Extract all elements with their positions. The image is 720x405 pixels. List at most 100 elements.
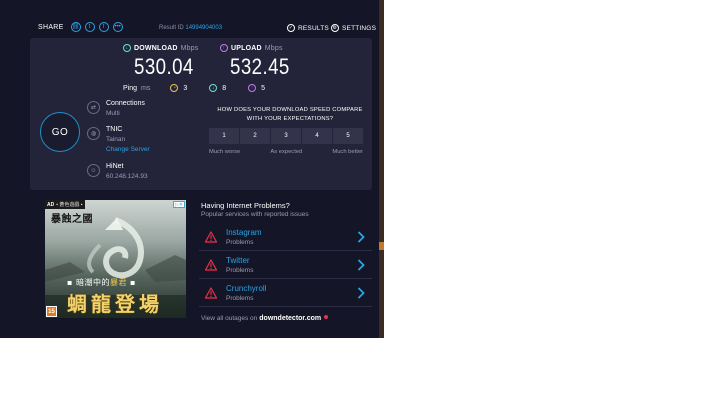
ad-tag: AD ▪ 蒼色遊戲 ▪ <box>45 200 85 209</box>
advertisement-banner[interactable]: AD ▪ 蒼色遊戲 ▪ ▷✕ 暴蝕之國 ▪ 暗潮中的暴君 ▪ 蜩龍登場 15 <box>45 200 186 318</box>
upload-speed-value: 532.45 <box>230 54 290 79</box>
gear-icon: ⚙ <box>331 24 339 32</box>
download-header: ↓ DOWNLOAD Mbps <box>123 44 199 52</box>
download-label: DOWNLOAD <box>134 44 178 52</box>
rating-label-mid: As expected <box>270 149 303 155</box>
ping-upload-value: 5 <box>261 84 266 92</box>
user-icon: ☺ <box>87 164 100 177</box>
connections-icon: ⇄ <box>87 101 100 114</box>
rating-scale: 1 2 3 4 5 <box>209 128 363 144</box>
warning-icon <box>205 231 217 243</box>
change-server-link[interactable]: Change Server <box>106 146 150 153</box>
rating-option-3[interactable]: 3 <box>271 128 301 144</box>
ad-brand: ▪ 蒼色遊戲 ▪ <box>56 202 83 208</box>
top-bar: SHARE ⛓ t f ••• Result ID 14994904003 ✓ … <box>0 0 379 38</box>
isp-name: HiNet <box>106 163 124 170</box>
rating-option-2[interactable]: 2 <box>240 128 270 144</box>
downdetector-link[interactable]: downdetector.com <box>259 315 321 322</box>
download-unit: Mbps <box>180 44 199 52</box>
upload-label: UPLOAD <box>231 44 262 52</box>
problems-title: Having Internet Problems? <box>201 201 290 210</box>
results-panel: ↓ DOWNLOAD Mbps 530.04 ↑ UPLOAD Mbps 532… <box>30 38 372 190</box>
ad-tagline-a: ▪ 暗潮中的 <box>67 278 110 287</box>
chevron-right-icon <box>357 231 365 243</box>
ping-download: ↓ 8 <box>209 84 226 92</box>
list-item[interactable]: Instagram Problems <box>199 223 372 251</box>
results-button[interactable]: ✓ RESULTS <box>287 24 329 32</box>
server-info: ◍ TNIC Tainan Change Server <box>87 126 150 153</box>
isp-info: ☺ HiNet 60.248.124.93 <box>87 163 148 180</box>
speedtest-app: SHARE ⛓ t f ••• Result ID 14994904003 ✓ … <box>0 0 384 338</box>
settings-button[interactable]: ⚙ SETTINGS <box>331 24 376 32</box>
share-bar: SHARE ⛓ t f ••• <box>38 22 123 32</box>
ping-upload: ↑ 5 <box>248 84 265 92</box>
problems-list: Instagram Problems Twitter Problems Crun… <box>199 223 372 307</box>
check-circle-icon: ✓ <box>287 24 295 32</box>
go-button[interactable]: GO <box>40 112 80 152</box>
ping-unit: ms <box>141 84 151 92</box>
problems-subtitle: Popular services with reported issues <box>201 211 309 218</box>
list-item[interactable]: Twitter Problems <box>199 251 372 279</box>
more-icon[interactable]: ••• <box>112 22 123 32</box>
warning-icon <box>205 259 217 271</box>
ad-title: 暴蝕之國 <box>51 214 93 225</box>
download-latency-icon: ↓ <box>209 84 218 92</box>
results-label: RESULTS <box>298 24 329 32</box>
upload-arrow-icon: ↑ <box>220 44 228 52</box>
download-speed-value: 530.04 <box>134 54 194 79</box>
result-id-value[interactable]: 14994904003 <box>185 25 222 31</box>
ad-tagline-highlight: 暴君 <box>109 278 127 287</box>
connections-info: ⇄ Connections Multi <box>87 100 145 117</box>
share-label: SHARE <box>38 23 64 31</box>
service-status: Problems <box>226 239 254 246</box>
upload-latency-icon: ↑ <box>248 84 257 92</box>
ping-label: Ping <box>123 84 138 92</box>
link-icon[interactable]: ⛓ <box>70 22 81 32</box>
survey-question: HOW DOES YOUR DOWNLOAD SPEED COMPARE WIT… <box>217 107 363 122</box>
result-id: Result ID 14994904003 <box>159 25 222 31</box>
upload-unit: Mbps <box>264 44 283 52</box>
service-status: Problems <box>226 295 254 302</box>
rating-label-high: Much better <box>332 149 363 155</box>
chevron-right-icon <box>357 287 365 299</box>
age-rating-badge: 15 <box>46 306 57 317</box>
rating-option-4[interactable]: 4 <box>302 128 332 144</box>
server-name: TNIC <box>106 126 123 133</box>
upload-header: ↑ UPLOAD Mbps <box>220 44 283 52</box>
rating-label-low: Much worse <box>209 149 241 155</box>
adjacent-window-edge <box>379 0 384 338</box>
ping-row: Ping ms ◔ 3 ↓ 8 ↑ 5 <box>123 84 287 92</box>
ip-address: 60.248.124.93 <box>106 173 148 180</box>
ping-download-value: 8 <box>222 84 227 92</box>
connections-value: Multi <box>106 110 120 117</box>
ping-idle: ◔ 3 <box>170 84 187 92</box>
rating-option-1[interactable]: 1 <box>209 128 239 144</box>
downdetector-logo-dot <box>324 314 329 319</box>
twitter-icon[interactable]: t <box>84 22 95 32</box>
connections-title: Connections <box>106 100 145 107</box>
server-location: Tainan <box>106 136 126 143</box>
result-id-label: Result ID <box>159 25 184 31</box>
service-name: Twitter <box>226 256 250 265</box>
ping-idle-value: 3 <box>183 84 188 92</box>
ad-headline: 蜩龍登場 <box>67 292 163 316</box>
warning-icon <box>205 287 217 299</box>
ad-tagline: ▪ 暗潮中的暴君 ▪ <box>67 277 136 288</box>
service-name: Crunchyroll <box>226 284 267 293</box>
rating-scale-labels: Much worse As expected Much better <box>209 149 363 155</box>
ad-choices-icon[interactable]: ▷✕ <box>173 201 185 208</box>
service-name: Instagram <box>226 228 262 237</box>
view-all-outages[interactable]: View all outages on downdetector.com <box>201 314 329 322</box>
ad-label: AD <box>47 201 55 208</box>
download-arrow-icon: ↓ <box>123 44 131 52</box>
facebook-icon[interactable]: f <box>98 22 109 32</box>
settings-label: SETTINGS <box>342 24 377 32</box>
chevron-right-icon <box>357 259 365 271</box>
ad-tagline-b: ▪ <box>126 278 136 287</box>
list-item[interactable]: Crunchyroll Problems <box>199 279 372 307</box>
outages-prefix: View all outages on <box>201 315 258 322</box>
globe-icon: ◍ <box>87 127 100 140</box>
idle-latency-icon: ◔ <box>170 84 179 92</box>
rating-option-5[interactable]: 5 <box>333 128 363 144</box>
edge-marker <box>379 242 384 250</box>
